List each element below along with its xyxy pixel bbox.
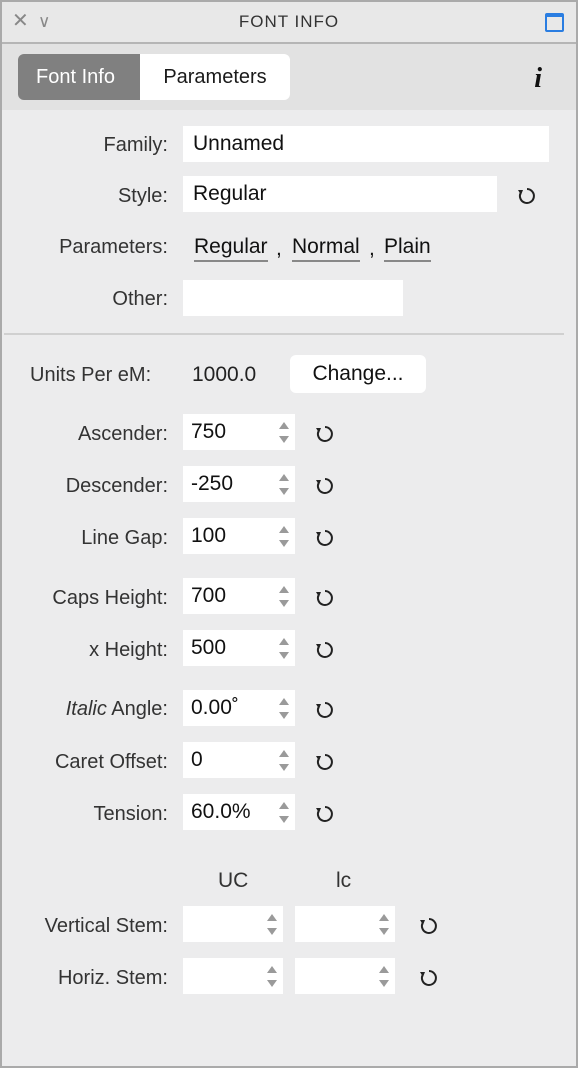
tab-segmented-control: Font Info Parameters (18, 54, 290, 100)
ascender-field[interactable]: 750 (183, 414, 295, 450)
column-header-uc: UC (218, 869, 249, 892)
italic-angle-value: 0.00˚ (191, 696, 239, 719)
reset-vertical-stem-icon[interactable] (418, 915, 440, 937)
change-units-button[interactable]: Change... (290, 355, 426, 393)
caps-height-stepper[interactable] (279, 582, 289, 610)
units-per-em-value: 1000.0 (192, 363, 257, 386)
line-gap-field[interactable]: 100 (183, 518, 295, 554)
italic-angle-field[interactable]: 0.00˚ (183, 690, 295, 726)
ascender-value: 750 (191, 420, 227, 443)
horizontal-stem-uc-stepper[interactable] (267, 962, 277, 990)
descender-field[interactable]: -250 (183, 466, 295, 502)
other-field[interactable] (183, 280, 403, 316)
tab-font-info[interactable]: Font Info (18, 54, 140, 100)
descender-label: Descender: (65, 475, 168, 497)
line-gap-stepper[interactable] (279, 522, 289, 550)
italic-angle-label: Italic Angle: (66, 698, 168, 721)
section-divider (4, 333, 564, 335)
font-info-panel: ✕ ∨ FONT INFO Font Info Parameters i Fam… (0, 0, 578, 1068)
vertical-stem-uc-stepper[interactable] (267, 910, 277, 938)
reset-line-gap-icon[interactable] (314, 527, 336, 549)
reset-horizontal-stem-icon[interactable] (418, 967, 440, 989)
parameter-separator: , (276, 237, 282, 260)
caret-offset-field[interactable]: 0 (183, 742, 295, 778)
style-field[interactable]: Regular (183, 176, 497, 212)
caps-height-label: Caps Height: (52, 587, 168, 609)
vertical-stem-lc-field[interactable] (295, 906, 395, 942)
descender-stepper[interactable] (279, 470, 289, 498)
x-height-value: 500 (191, 636, 227, 659)
family-field[interactable]: Unnamed (183, 126, 549, 162)
reset-descender-icon[interactable] (314, 475, 336, 497)
reset-italic-angle-icon[interactable] (314, 699, 336, 721)
angle-word: Angle: (106, 698, 168, 720)
parameter-link-normal[interactable]: Normal (292, 235, 360, 262)
units-per-em-label: Units Per eM: (30, 364, 152, 386)
caret-offset-stepper[interactable] (279, 746, 289, 774)
horizontal-stem-uc-field[interactable] (183, 958, 283, 994)
x-height-field[interactable]: 500 (183, 630, 295, 666)
caps-height-field[interactable]: 700 (183, 578, 295, 614)
horizontal-stem-lc-field[interactable] (295, 958, 395, 994)
reset-x-height-icon[interactable] (314, 639, 336, 661)
reset-caret-offset-icon[interactable] (314, 751, 336, 773)
dock-window-icon[interactable] (545, 13, 564, 32)
tension-stepper[interactable] (279, 798, 289, 826)
family-label: Family: (103, 134, 168, 156)
tab-header: Font Info Parameters i (2, 44, 576, 110)
ascender-stepper[interactable] (279, 418, 289, 446)
italic-angle-stepper[interactable] (279, 694, 289, 722)
caret-offset-label: Caret Offset: (54, 751, 168, 773)
reset-style-icon[interactable] (516, 185, 538, 207)
vertical-stem-label: Vertical Stem: (44, 915, 168, 937)
tension-label: Tension: (93, 803, 169, 825)
caret-offset-value: 0 (191, 748, 203, 771)
line-gap-label: Line Gap: (81, 527, 168, 549)
x-height-label: x Height: (89, 639, 168, 661)
vertical-stem-lc-stepper[interactable] (379, 910, 389, 938)
descender-value: -250 (191, 472, 234, 495)
vertical-stem-uc-field[interactable] (183, 906, 283, 942)
window-title: FONT INFO (238, 12, 340, 31)
style-label: Style: (117, 185, 168, 207)
horizontal-stem-lc-stepper[interactable] (379, 962, 389, 990)
info-icon[interactable]: i (534, 63, 542, 95)
column-header-lc: lc (336, 869, 352, 892)
parameter-separator: , (369, 237, 375, 260)
reset-tension-icon[interactable] (314, 803, 336, 825)
parameter-link-plain[interactable]: Plain (384, 235, 431, 262)
x-height-stepper[interactable] (279, 634, 289, 662)
ascender-label: Ascender: (77, 423, 168, 445)
reset-caps-height-icon[interactable] (314, 587, 336, 609)
line-gap-value: 100 (191, 524, 227, 547)
parameter-link-regular[interactable]: Regular (194, 235, 268, 262)
horizontal-stem-label: Horiz. Stem: (57, 967, 168, 989)
parameters-label: Parameters: (59, 236, 168, 258)
tab-parameters[interactable]: Parameters (140, 54, 290, 100)
tension-field[interactable]: 60.0% (183, 794, 295, 830)
tension-value: 60.0% (191, 800, 251, 823)
caps-height-value: 700 (191, 584, 227, 607)
reset-ascender-icon[interactable] (314, 423, 336, 445)
title-bar: ✕ ∨ FONT INFO (2, 2, 576, 44)
italic-word: Italic (65, 698, 107, 720)
other-label: Other: (112, 288, 168, 310)
